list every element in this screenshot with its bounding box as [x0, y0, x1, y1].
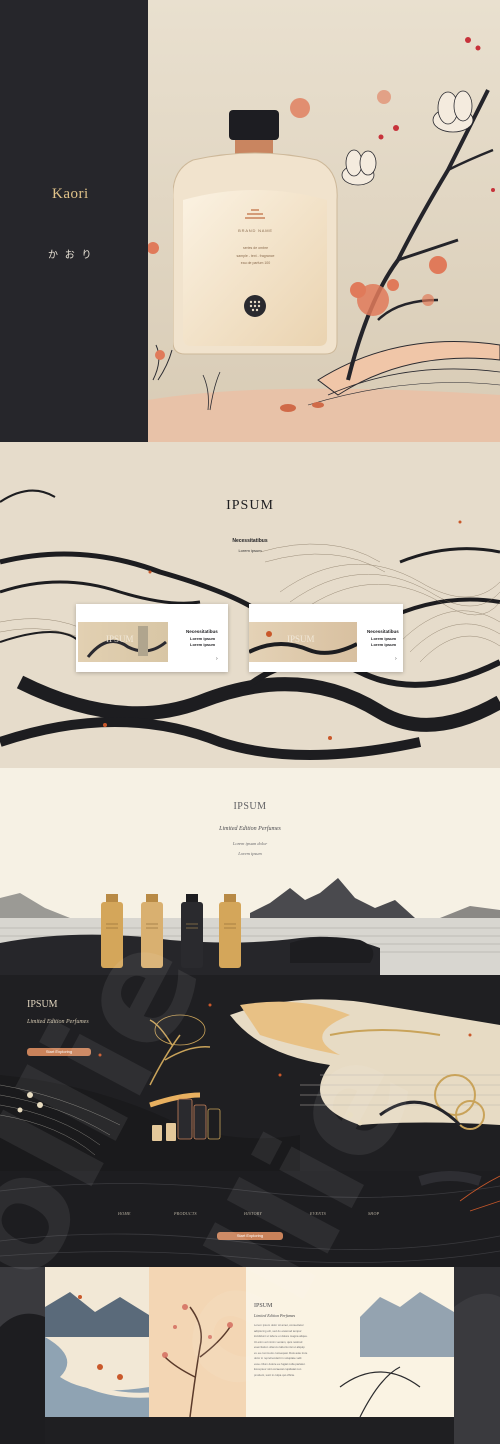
- brand-title[interactable]: Kaori: [52, 186, 89, 203]
- limited-edition-section: IPSUM Limited Edition Perfumes Lorem ips…: [0, 768, 500, 975]
- section-heading: IPSUM: [226, 498, 274, 513]
- section-subtext: Lorem ipsum: [238, 548, 262, 553]
- nav-item-shop[interactable]: SHOP: [368, 1211, 379, 1216]
- perfume-bottle: BRAND NAME series de ombre sample - text…: [173, 110, 338, 355]
- brand-panel: [0, 0, 148, 442]
- section-subheading: Limited Edition Perfumes: [254, 1313, 296, 1318]
- card-arrow-icon[interactable]: ›: [395, 656, 397, 662]
- brand-title-japanese: か お り: [48, 250, 94, 261]
- bottle-label-line: eau de parfum 100: [240, 261, 271, 265]
- cards-section: IPSUM Necessitatibus Lorem ipsum IPSUM N…: [0, 442, 500, 768]
- card-line: Lorem ipsum: [371, 642, 397, 647]
- section-subheading: Limited Edition Perfumes: [219, 826, 281, 832]
- bottle-brand-label: BRAND NAME: [238, 228, 273, 233]
- dark-landscape-section: IPSUM Limited Edition Perfumes Start Exp…: [0, 975, 500, 1171]
- hero-section: Kaori か お り BRAND NAME series de ombre s…: [0, 0, 500, 442]
- card-line: Lorem ipsum: [371, 636, 397, 641]
- dark-waves-illustration: [0, 1171, 500, 1267]
- card-image-text: IPSUM: [287, 634, 315, 644]
- card-arrow-icon[interactable]: ›: [216, 656, 218, 662]
- card-image: IPSUM: [78, 622, 168, 662]
- section-text-line: Lorem ipsum dolor: [232, 841, 268, 846]
- section-subheading: Necessitatibus: [232, 538, 268, 544]
- section-text-line: Lorem ipsum: [238, 851, 262, 856]
- product-card[interactable]: IPSUM Necessitatibus Lorem ipsum Lorem i…: [76, 604, 228, 672]
- panels-illustration: [0, 1267, 500, 1444]
- bottle-label-line: sample - text - fragrance: [236, 254, 275, 258]
- card-title: Necessitatibus: [367, 629, 399, 634]
- paragraph-line: proident, sunt in culpa qui officia.: [254, 1372, 295, 1377]
- card-title: Necessitatibus: [186, 629, 218, 634]
- card-line: Lorem ipsum: [190, 642, 216, 647]
- nav-item-history[interactable]: HISTORY: [244, 1211, 262, 1216]
- start-exploring-button[interactable]: Start Exploring: [27, 1048, 91, 1056]
- mountain-landscape-illustration: [0, 768, 500, 975]
- section-heading: IPSUM: [27, 999, 58, 1010]
- story-section: IPSUM Limited Edition Perfumes Lorem ips…: [0, 1267, 500, 1444]
- section-heading: IPSUM: [233, 801, 267, 812]
- nav-item-home[interactable]: HOME: [118, 1211, 131, 1216]
- product-bottles: [101, 894, 241, 968]
- story-paragraph: Lorem ipsum dolor sit amet, consectetur …: [254, 1323, 364, 1378]
- start-exploring-button[interactable]: Start Exploring: [217, 1232, 283, 1240]
- card-image: IPSUM: [249, 622, 357, 662]
- section-subheading: Limited Edition Perfumes: [27, 1019, 89, 1025]
- bottle-label-line: series de ombre: [242, 246, 269, 250]
- section-heading: IPSUM: [254, 1303, 273, 1309]
- nav-item-products[interactable]: PRODUCTS: [174, 1211, 197, 1216]
- nav-item-events[interactable]: EVENTS: [310, 1211, 326, 1216]
- product-card[interactable]: IPSUM Necessitatibus Lorem ipsum Lorem i…: [249, 604, 403, 672]
- card-image-text: IPSUM: [106, 634, 134, 644]
- golden-river-illustration: [0, 975, 500, 1171]
- card-line: Lorem ipsum: [190, 636, 216, 641]
- nav-footer-section: HOME PRODUCTS HISTORY EVENTS SHOP Start …: [0, 1171, 500, 1267]
